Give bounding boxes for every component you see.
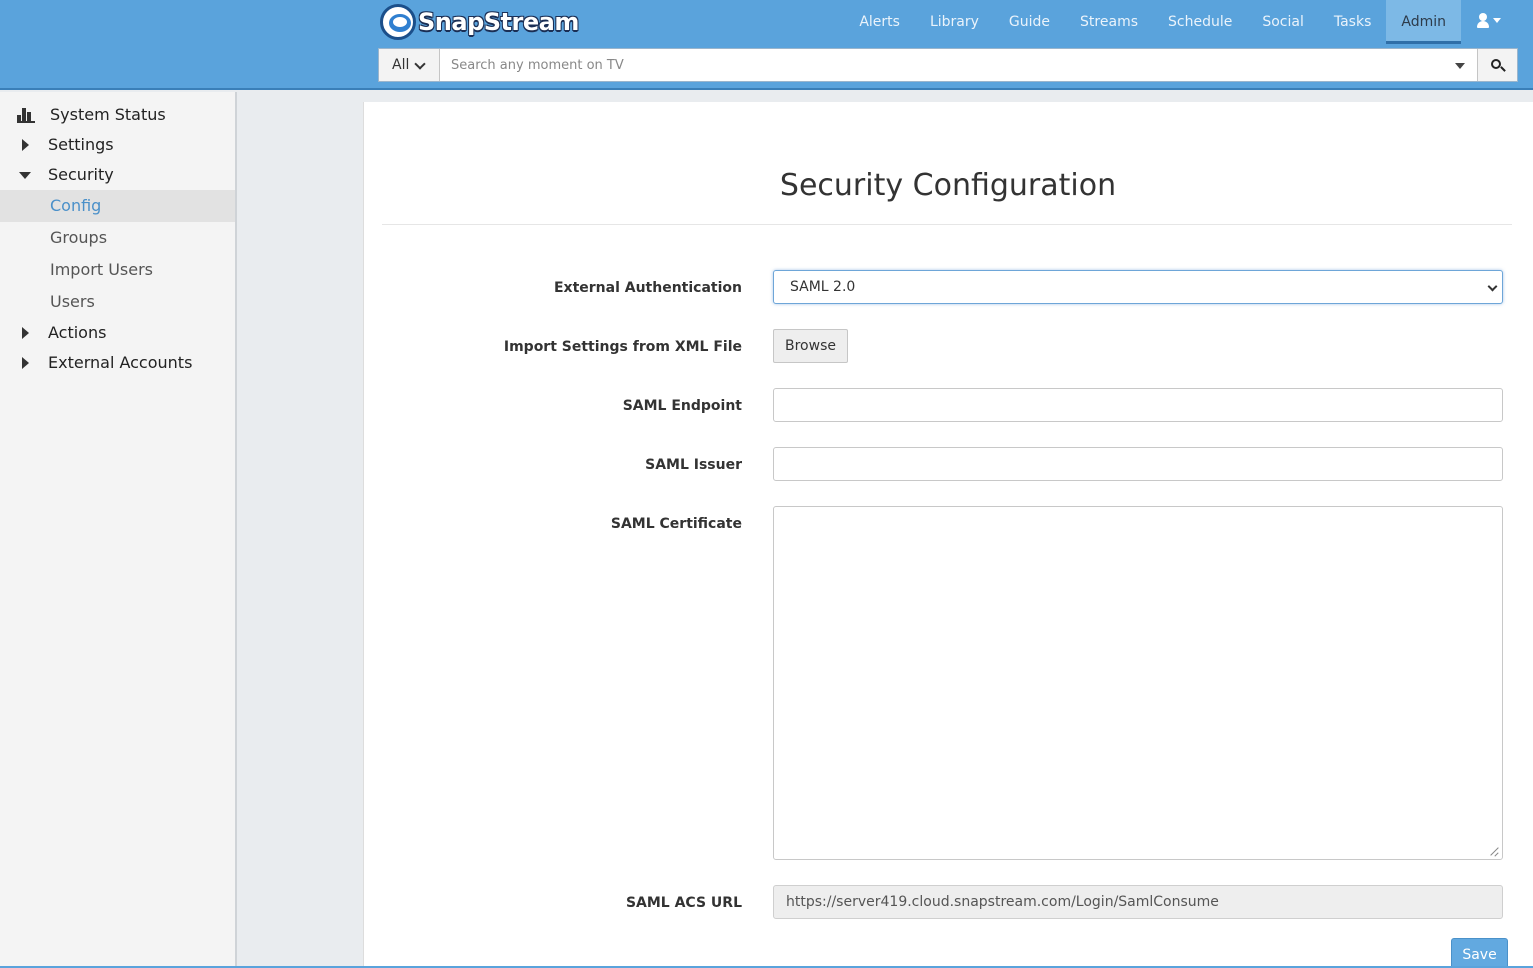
- nav-alerts[interactable]: Alerts: [844, 0, 915, 44]
- saml-endpoint-label: SAML Endpoint: [622, 398, 742, 414]
- sidebar-item-label: Settings: [48, 135, 114, 154]
- nav-schedule[interactable]: Schedule: [1153, 0, 1247, 44]
- saml-issuer-input[interactable]: [773, 447, 1503, 481]
- nav-tasks[interactable]: Tasks: [1319, 0, 1387, 44]
- sidebar-item-import-users[interactable]: Import Users: [0, 254, 235, 286]
- import-xml-label: Import Settings from XML File: [503, 339, 742, 355]
- snapstream-logo-icon: [380, 4, 416, 40]
- external-auth-select[interactable]: SAML 2.0: [773, 270, 1503, 304]
- search-icon-handle: [1500, 66, 1506, 72]
- nav-streams[interactable]: Streams: [1065, 0, 1153, 44]
- save-button[interactable]: Save: [1451, 938, 1508, 968]
- brand-name: SnapStream: [418, 8, 579, 36]
- nav-library[interactable]: Library: [915, 0, 994, 44]
- chevron-down-icon: [1487, 281, 1498, 292]
- caret-right-icon: [22, 139, 29, 151]
- sidebar-item-label: Security: [48, 165, 114, 184]
- search-scope-label: All: [392, 57, 410, 73]
- main-nav: Alerts Library Guide Streams Schedule So…: [844, 0, 1461, 44]
- caret-down-icon: [1493, 18, 1501, 23]
- top-header: SnapStream Alerts Library Guide Streams …: [0, 0, 1533, 90]
- chevron-down-icon: [414, 58, 426, 70]
- bar-chart-icon: [17, 108, 35, 123]
- saml-certificate-textarea[interactable]: [773, 506, 1503, 860]
- user-icon-body: [1477, 21, 1489, 28]
- saml-issuer-label: SAML Issuer: [645, 457, 742, 473]
- search-input[interactable]: [441, 49, 1477, 81]
- nav-admin[interactable]: Admin: [1386, 0, 1461, 44]
- sidebar-item-label: System Status: [50, 105, 166, 124]
- sidebar-item-label: External Accounts: [48, 353, 193, 372]
- nav-guide[interactable]: Guide: [994, 0, 1065, 44]
- admin-sidebar: System Status Settings Security Config G…: [0, 92, 237, 968]
- saml-acs-url-label: SAML ACS URL: [625, 895, 742, 911]
- search-button[interactable]: [1477, 49, 1517, 81]
- saml-certificate-label: SAML Certificate: [610, 516, 742, 532]
- nav-social[interactable]: Social: [1247, 0, 1319, 44]
- user-icon: [1479, 13, 1487, 21]
- external-auth-value: SAML 2.0: [790, 279, 856, 295]
- sidebar-item-system-status[interactable]: System Status: [0, 100, 235, 130]
- sidebar-item-groups[interactable]: Groups: [0, 222, 235, 254]
- browse-button[interactable]: Browse: [773, 329, 848, 363]
- sidebar-item-external-accounts[interactable]: External Accounts: [0, 348, 235, 378]
- caret-right-icon: [22, 357, 29, 369]
- search-options-caret-icon[interactable]: [1455, 63, 1465, 69]
- sidebar-item-actions[interactable]: Actions: [0, 318, 235, 348]
- caret-right-icon: [22, 327, 29, 339]
- sidebar-item-settings[interactable]: Settings: [0, 130, 235, 160]
- title-divider: [382, 224, 1512, 225]
- search-bar: All: [378, 48, 1518, 82]
- sidebar-item-users[interactable]: Users: [0, 286, 235, 318]
- sidebar-item-security[interactable]: Security: [0, 160, 235, 190]
- resize-grip-icon[interactable]: [1489, 846, 1499, 856]
- page-title: Security Configuration: [779, 168, 1117, 203]
- saml-endpoint-input[interactable]: [773, 388, 1503, 422]
- user-menu-button[interactable]: [1477, 12, 1503, 32]
- caret-down-icon: [19, 172, 31, 179]
- snapstream-logo[interactable]: SnapStream: [380, 4, 579, 40]
- search-scope-dropdown[interactable]: All: [379, 49, 440, 81]
- sidebar-item-config[interactable]: Config: [0, 190, 235, 222]
- saml-acs-url-field[interactable]: https://server419.cloud.snapstream.com/L…: [773, 885, 1503, 919]
- external-auth-label: External Authentication: [553, 280, 742, 296]
- sidebar-item-label: Actions: [48, 323, 107, 342]
